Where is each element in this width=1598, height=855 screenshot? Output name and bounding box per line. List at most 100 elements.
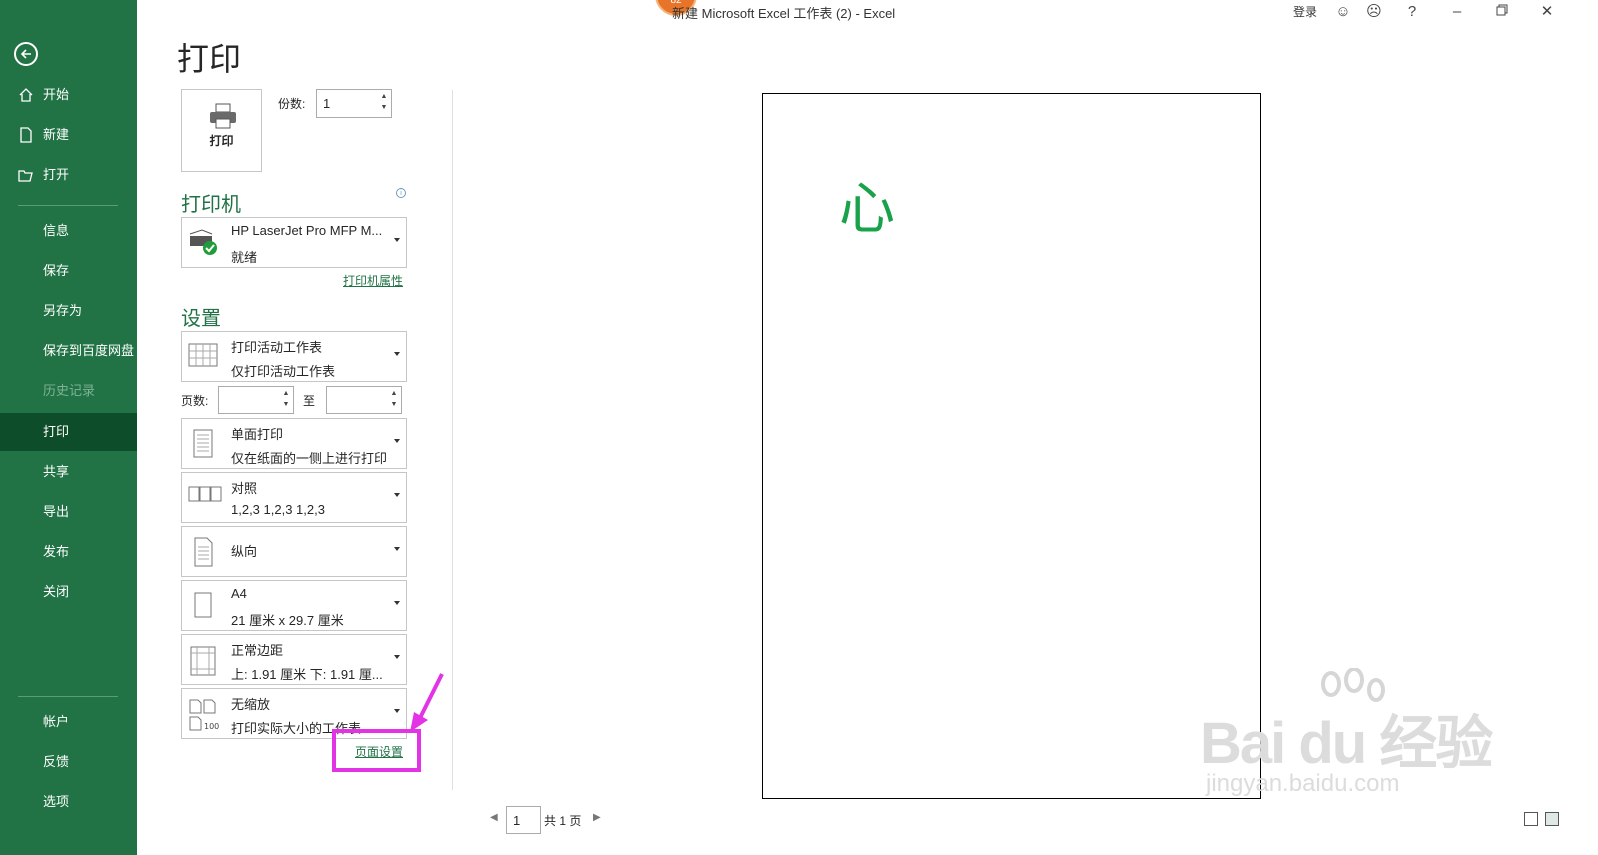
margins-title: 正常边距 — [231, 643, 284, 658]
sidebar-item-8[interactable]: 打印 — [0, 413, 137, 451]
print-button[interactable]: 打印 — [181, 89, 262, 172]
sidebar-item-label: 另存为 — [43, 303, 83, 318]
copies-value: 1 — [323, 96, 331, 111]
sidebar-item-label: 共享 — [43, 464, 70, 479]
normal-view-icon[interactable] — [1524, 812, 1538, 826]
chevron-down-icon — [394, 655, 400, 659]
sidebar-item-label: 关闭 — [43, 584, 70, 599]
smile-icon[interactable]: ☺ — [1333, 3, 1353, 21]
preview-cell-text: 心 — [839, 177, 895, 242]
pages-label: 页数: — [181, 394, 209, 408]
collate-icon — [188, 486, 222, 502]
orientation-title: 纵向 — [231, 544, 258, 559]
settings-section-title: 设置 — [181, 308, 221, 330]
pages-to-stepper[interactable]: ▲ ▼ — [326, 386, 402, 414]
close-icon[interactable]: ✕ — [1537, 3, 1557, 21]
sides-select[interactable]: 单面打印 仅在纸面的一侧上进行打印 — [181, 418, 407, 469]
sides-desc: 仅在纸面的一侧上进行打印 — [231, 451, 388, 466]
paper-size-select[interactable]: A4 21 厘米 x 29.7 厘米 — [181, 580, 407, 631]
sidebar-item-label: 帐户 — [43, 714, 70, 729]
signin-link[interactable]: 登录 — [1293, 3, 1317, 20]
print-what-title: 打印活动工作表 — [231, 340, 323, 355]
sidebar-item-9[interactable]: 共享 — [0, 453, 137, 491]
pages-from-stepper[interactable]: ▲ ▼ — [218, 386, 294, 414]
page-total: 共 1 页 — [544, 814, 582, 828]
stepper-arrows-icon[interactable]: ▲ ▼ — [281, 388, 291, 410]
sidebar-item-label: 保存 — [43, 263, 70, 278]
no-scaling-icon: 100 — [189, 699, 219, 731]
sidebar-item-14[interactable]: 反馈 — [0, 743, 137, 781]
zoom-to-page-icon[interactable] — [1545, 812, 1559, 826]
prev-page-icon[interactable]: ◀ — [490, 812, 498, 823]
page-number-input[interactable]: 1 — [506, 806, 541, 834]
printer-status: 就绪 — [231, 250, 258, 265]
print-button-label: 打印 — [209, 134, 234, 148]
orientation-select[interactable]: 纵向 — [181, 526, 407, 577]
sidebar-item-0[interactable]: 开始 — [0, 76, 137, 114]
folder-open-icon — [18, 170, 33, 182]
sidebar-item-2[interactable]: 打开 — [0, 156, 137, 194]
sidebar-item-7: 历史记录 — [0, 372, 137, 410]
paper-size-desc: 21 厘米 x 29.7 厘米 — [231, 613, 344, 628]
watermark-url: jingyan.baidu.com — [1206, 770, 1400, 797]
portrait-icon — [194, 537, 213, 567]
sidebar-divider — [18, 205, 118, 206]
sides-title: 单面打印 — [231, 427, 284, 442]
collate-desc: 1,2,3 1,2,3 1,2,3 — [231, 502, 325, 517]
sidebar-item-label: 打开 — [43, 167, 70, 182]
chevron-down-icon — [394, 238, 400, 242]
printer-select[interactable]: HP LaserJet Pro MFP M... 就绪 — [181, 217, 407, 268]
stepper-arrows-icon[interactable]: ▲ ▼ — [389, 388, 399, 410]
sidebar-item-label: 发布 — [43, 544, 70, 559]
print-preview-page: 心 — [762, 93, 1261, 799]
printer-name: HP LaserJet Pro MFP M... — [231, 223, 383, 238]
sidebar-item-6[interactable]: 保存到百度网盘 — [0, 332, 137, 370]
next-page-icon[interactable]: ▶ — [593, 812, 601, 823]
printer-properties-link[interactable]: 打印机属性 — [343, 272, 403, 289]
stepper-arrows-icon[interactable]: ▲ ▼ — [379, 91, 389, 113]
collate-select[interactable]: 对照 1,2,3 1,2,3 1,2,3 — [181, 472, 407, 523]
info-icon[interactable]: i — [396, 188, 406, 198]
margins-icon — [190, 646, 216, 676]
frown-icon[interactable]: ☹ — [1364, 3, 1384, 21]
printer-section-title: 打印机 — [181, 194, 241, 216]
sidebar-item-3[interactable]: 信息 — [0, 212, 137, 250]
sidebar-item-11[interactable]: 发布 — [0, 533, 137, 571]
restore-icon[interactable] — [1492, 3, 1512, 21]
back-arrow-icon[interactable] — [14, 42, 38, 66]
pane-divider — [452, 90, 453, 790]
chevron-down-icon — [394, 352, 400, 356]
backstage-sidebar: 开始新建打开信息保存另存为保存到百度网盘历史记录打印共享导出发布关闭帐户反馈选项 — [0, 0, 137, 855]
sidebar-item-10[interactable]: 导出 — [0, 493, 137, 531]
sidebar-divider — [18, 696, 118, 697]
sidebar-item-label: 历史记录 — [43, 383, 96, 398]
home-icon — [19, 88, 33, 102]
sidebar-item-1[interactable]: 新建 — [0, 116, 137, 154]
print-what-select[interactable]: 打印活动工作表 仅打印活动工作表 — [181, 331, 407, 382]
to-label: 至 — [303, 394, 316, 408]
minimize-icon[interactable]: – — [1447, 3, 1467, 21]
sidebar-item-label: 导出 — [43, 504, 70, 519]
worksheet-grid-icon — [188, 343, 218, 367]
printer-ready-icon — [189, 229, 217, 255]
sidebar-item-label: 信息 — [43, 223, 70, 238]
window-title: 新建 Microsoft Excel 工作表 (2) - Excel — [672, 6, 896, 21]
sidebar-item-label: 反馈 — [43, 754, 70, 769]
sidebar-item-label: 选项 — [43, 794, 70, 809]
new-doc-icon — [20, 127, 32, 143]
sidebar-item-15[interactable]: 选项 — [0, 783, 137, 821]
sidebar-item-4[interactable]: 保存 — [0, 252, 137, 290]
copies-stepper[interactable]: 1 ▲ ▼ — [316, 89, 392, 118]
sidebar-item-label: 打印 — [43, 424, 70, 439]
margins-select[interactable]: 正常边距 上: 1.91 厘米 下: 1.91 厘... — [181, 634, 407, 685]
collate-title: 对照 — [231, 481, 258, 496]
sidebar-item-label: 新建 — [43, 127, 70, 142]
sidebar-item-12[interactable]: 关闭 — [0, 573, 137, 611]
print-what-desc: 仅打印活动工作表 — [231, 364, 336, 379]
annotation-arrow-icon — [410, 673, 444, 732]
help-icon[interactable]: ? — [1402, 3, 1422, 21]
sidebar-item-13[interactable]: 帐户 — [0, 703, 137, 741]
chevron-down-icon — [394, 547, 400, 551]
sidebar-item-5[interactable]: 另存为 — [0, 292, 137, 330]
margins-desc: 上: 1.91 厘米 下: 1.91 厘... — [231, 667, 383, 682]
